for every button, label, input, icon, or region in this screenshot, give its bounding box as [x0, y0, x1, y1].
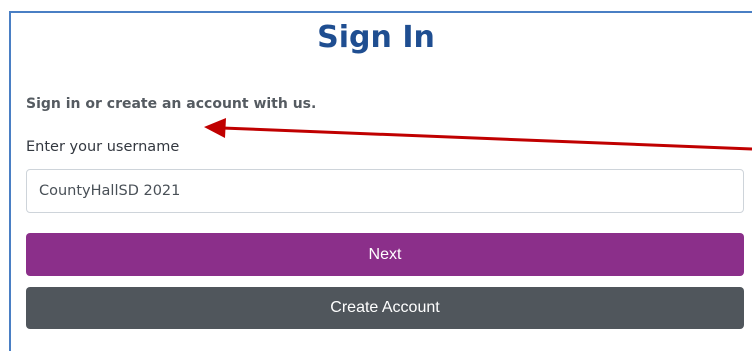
sign-in-subtitle: Sign in or create an account with us. [26, 96, 317, 112]
username-input[interactable] [26, 169, 744, 213]
username-label: Enter your username [26, 139, 180, 155]
create-account-button[interactable]: Create Account [26, 287, 744, 329]
next-button[interactable]: Next [26, 233, 744, 276]
page-title: Sign In [317, 20, 435, 55]
